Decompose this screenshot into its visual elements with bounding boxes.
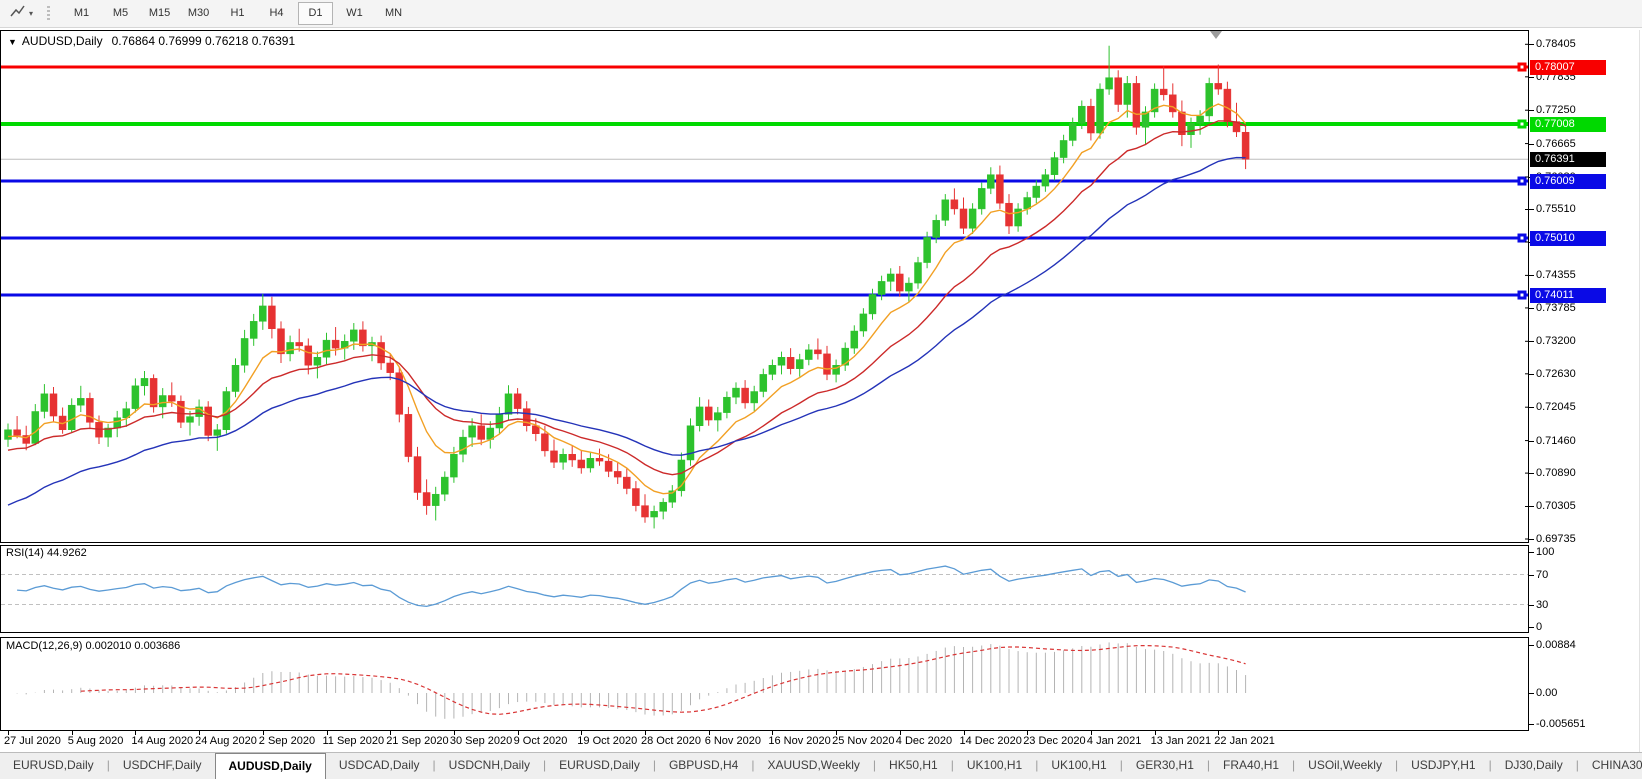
timeframe-button-h4[interactable]: H4	[259, 2, 294, 25]
date-label: 4 Dec 2020	[896, 735, 952, 747]
chart-shift-marker-icon	[1210, 31, 1222, 39]
price-axis[interactable]: 0.784050.778350.772500.766650.760800.755…	[1529, 30, 1642, 752]
price-line-badge: 0.74011	[1530, 288, 1606, 303]
chart-tab-dj30-daily[interactable]: DJ30,Daily	[1492, 753, 1576, 779]
price-tick-label: 0.73200	[1536, 334, 1576, 348]
price-tick-label: 0.72045	[1536, 400, 1576, 414]
date-label: 4 Jan 2021	[1087, 735, 1141, 747]
time-axis[interactable]: 27 Jul 2020 5 Aug 2020 14 Aug 202024 Aug 2…	[0, 731, 1529, 752]
chart-tab-audusd-daily[interactable]: AUDUSD,Daily	[215, 753, 326, 779]
date-label: 21 Sep 2020	[386, 735, 448, 747]
timeframe-button-w1[interactable]: W1	[337, 2, 372, 25]
chart-tab-usdcnh-daily[interactable]: USDCNH,Daily	[436, 753, 543, 779]
price-tick-label: 0.76665	[1536, 137, 1576, 151]
chart-ohlc-values: 0.76864 0.76999 0.76218 0.76391	[112, 34, 296, 48]
price-tick-label: 0.70890	[1536, 466, 1576, 480]
chevron-down-icon: ▾	[29, 9, 33, 18]
chart-tab-gbpusd-h4[interactable]: GBPUSD,H4	[656, 753, 751, 779]
macd-tick-label: -0.005651	[1536, 717, 1586, 731]
toolbar-drag-handle[interactable]	[47, 6, 50, 22]
price-tick-label: 0.70305	[1536, 499, 1576, 513]
timeframe-button-h1[interactable]: H1	[220, 2, 255, 25]
timeframe-button-m1[interactable]: M1	[64, 2, 99, 25]
toolbar: ▾ M1M5M15M30H1H4D1W1MN	[0, 0, 1642, 28]
rsi-tick-label: 30	[1536, 598, 1548, 612]
date-label: 14 Aug 2020	[131, 735, 193, 747]
price-line-badge: 0.78007	[1530, 60, 1606, 75]
chart-tab-eurusd-daily[interactable]: EURUSD,Daily	[0, 753, 107, 779]
price-tick-label: 0.69735	[1536, 532, 1576, 546]
date-label: 11 Sep 2020	[323, 735, 385, 747]
chart-tab-usdchf-daily[interactable]: USDCHF,Daily	[110, 753, 215, 779]
chart-menu-icon[interactable]: ▼	[8, 37, 17, 47]
price-tick-label: 0.78405	[1536, 37, 1576, 51]
date-label: 14 Dec 2020	[960, 735, 1022, 747]
chart-tab-ger30-h1[interactable]: GER30,H1	[1123, 753, 1207, 779]
rsi-tick-label: 100	[1536, 545, 1554, 559]
chart-tab-bar: EURUSD,Daily|USDCHF,DailyAUDUSD,DailyUSD…	[0, 752, 1642, 779]
price-line-badge: 0.76391	[1530, 152, 1606, 167]
chart-tab-fra40-h1[interactable]: FRA40,H1	[1210, 753, 1292, 779]
chart-line-tool-icon	[10, 4, 26, 23]
date-label: 22 Jan 2021	[1214, 735, 1275, 747]
window-edge-divider	[1639, 30, 1640, 752]
date-label: 23 Dec 2020	[1023, 735, 1085, 747]
date-label: 13 Jan 2021	[1151, 735, 1212, 747]
chart-title: ▼ AUDUSD,Daily 0.76864 0.76999 0.76218 0.7…	[8, 34, 295, 48]
date-label: 27 Jul 2020	[4, 735, 61, 747]
date-label: 25 Nov 2020	[832, 735, 894, 747]
price-line-badge: 0.75010	[1530, 231, 1606, 246]
price-tick-label: 0.74355	[1536, 268, 1576, 282]
chart-tab-xauusd-weekly[interactable]: XAUUSD,Weekly	[754, 753, 872, 779]
date-label: 30 Sep 2020	[450, 735, 512, 747]
price-tick-label: 0.77250	[1536, 103, 1576, 117]
rsi-tick-label: 70	[1536, 568, 1548, 582]
date-label: 2 Sep 2020	[259, 735, 315, 747]
macd-indicator-panel[interactable]	[0, 637, 1529, 731]
chart-tab-usdjpy-h1[interactable]: USDJPY,H1	[1398, 753, 1488, 779]
date-label: 6 Nov 2020	[705, 735, 761, 747]
chart-tab-eurusd-daily[interactable]: EURUSD,Daily	[546, 753, 653, 779]
date-label: 19 Oct 2020	[577, 735, 637, 747]
macd-tick-label: 0.00884	[1536, 638, 1576, 652]
price-tick-label: 0.71460	[1536, 434, 1576, 448]
mt4-window: ▾ M1M5M15M30H1H4D1W1MN ▼ AUDUSD,Daily 0.76…	[0, 0, 1642, 779]
chart-tab-uk100-h1[interactable]: UK100,H1	[1038, 753, 1119, 779]
price-tick-label: 0.73785	[1536, 301, 1576, 315]
rsi-tick-label: 0	[1536, 620, 1542, 634]
chart-tab-hk50-h1[interactable]: HK50,H1	[876, 753, 951, 779]
chart-tab-usdcad-daily[interactable]: USDCAD,Daily	[326, 753, 433, 779]
macd-tick-label: 0.00	[1536, 686, 1557, 700]
chart-tab-usoil-weekly[interactable]: USOil,Weekly	[1295, 753, 1395, 779]
price-tick-label: 0.72630	[1536, 367, 1576, 381]
timeframe-button-m5[interactable]: M5	[103, 2, 138, 25]
timeframe-button-m30[interactable]: M30	[181, 2, 216, 25]
price-line-badge: 0.76009	[1530, 174, 1606, 189]
price-line-badge: 0.77008	[1530, 117, 1606, 132]
chart-tab-china300-h1[interactable]: CHINA300,H1	[1579, 753, 1642, 779]
date-label: 16 Nov 2020	[768, 735, 830, 747]
main-price-chart[interactable]	[0, 30, 1529, 543]
chart-tab-uk100-h1[interactable]: UK100,H1	[954, 753, 1035, 779]
timeframe-button-mn[interactable]: MN	[376, 2, 411, 25]
date-label: 9 Oct 2020	[514, 735, 568, 747]
date-label: 5 Aug 2020	[68, 735, 124, 747]
macd-label: MACD(12,26,9) 0.002010 0.003686	[6, 640, 180, 652]
chart-symbol-label: AUDUSD,Daily	[22, 34, 103, 48]
timeframe-toolbar: M1M5M15M30H1H4D1W1MN	[62, 2, 413, 25]
rsi-indicator-panel[interactable]	[0, 545, 1529, 633]
rsi-label: RSI(14) 44.9262	[6, 547, 87, 559]
timeframe-button-d1[interactable]: D1	[298, 2, 333, 25]
timeframe-button-m15[interactable]: M15	[142, 2, 177, 25]
price-tick-label: 0.75510	[1536, 202, 1576, 216]
date-label: 24 Aug 2020	[195, 735, 257, 747]
date-label: 28 Oct 2020	[641, 735, 701, 747]
chart-tool-button[interactable]: ▾	[5, 2, 38, 25]
